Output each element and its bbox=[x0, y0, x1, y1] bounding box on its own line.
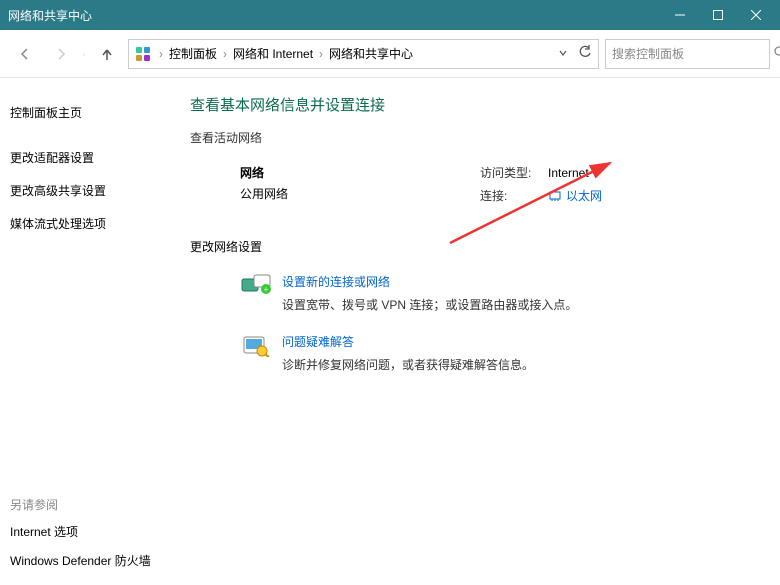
access-type-label: 访问类型: bbox=[480, 164, 548, 181]
setup-connection-item: + 设置新的连接或网络 设置宽带、拨号或 VPN 连接；或设置路由器或接入点。 bbox=[190, 267, 770, 327]
toolbar: · › 控制面板 › 网络和 Internet › 网络和共享中心 bbox=[0, 30, 780, 78]
breadcrumb-item[interactable]: 网络和 Internet bbox=[233, 45, 313, 62]
breadcrumb-item[interactable]: 网络和共享中心 bbox=[329, 45, 413, 62]
troubleshoot-link[interactable]: 问题疑难解答 bbox=[282, 333, 534, 350]
see-also-label: 另请参阅 bbox=[6, 492, 162, 517]
close-button[interactable] bbox=[746, 5, 766, 25]
search-icon[interactable] bbox=[773, 45, 780, 62]
access-type-value: Internet bbox=[548, 166, 602, 180]
setup-connection-link[interactable]: 设置新的连接或网络 bbox=[282, 273, 577, 290]
breadcrumb: › 控制面板 › 网络和 Internet › 网络和共享中心 bbox=[157, 45, 413, 62]
sidebar-footer-link[interactable]: Windows Defender 防火墙 bbox=[6, 546, 162, 575]
content-pane: 查看基本网络信息并设置连接 查看活动网络 网络 公用网络 访问类型: Inter… bbox=[180, 78, 780, 585]
control-panel-icon bbox=[135, 46, 151, 62]
window-controls bbox=[670, 5, 772, 25]
nav-separator: · bbox=[82, 47, 86, 61]
setup-connection-icon: + bbox=[240, 273, 272, 297]
sidebar-link-sharing[interactable]: 更改高级共享设置 bbox=[6, 174, 162, 207]
troubleshoot-desc: 诊断并修复网络问题，或者获得疑难解答信息。 bbox=[282, 356, 534, 373]
ethernet-icon bbox=[548, 189, 562, 203]
sidebar-link-media[interactable]: 媒体流式处理选项 bbox=[6, 207, 162, 240]
main-area: 控制面板主页 更改适配器设置 更改高级共享设置 媒体流式处理选项 另请参阅 In… bbox=[0, 78, 780, 585]
page-heading: 查看基本网络信息并设置连接 bbox=[190, 94, 770, 115]
forward-button[interactable] bbox=[46, 39, 76, 69]
maximize-button[interactable] bbox=[708, 5, 728, 25]
active-networks-label: 查看活动网络 bbox=[190, 129, 770, 146]
connection-link[interactable]: 以太网 bbox=[548, 187, 602, 204]
minimize-button[interactable] bbox=[670, 5, 690, 25]
change-settings-label: 更改网络设置 bbox=[190, 238, 770, 255]
sidebar: 控制面板主页 更改适配器设置 更改高级共享设置 媒体流式处理选项 另请参阅 In… bbox=[0, 78, 180, 585]
connection-name: 以太网 bbox=[566, 187, 602, 204]
svg-text:+: + bbox=[264, 285, 269, 294]
breadcrumb-item[interactable]: 控制面板 bbox=[169, 45, 217, 62]
history-dropdown-icon[interactable] bbox=[558, 47, 568, 61]
active-network-block: 网络 公用网络 访问类型: Internet 连接: 以太网 bbox=[190, 160, 770, 224]
search-box[interactable] bbox=[605, 39, 770, 69]
chevron-right-icon: › bbox=[317, 47, 325, 61]
refresh-button[interactable] bbox=[578, 45, 592, 62]
sidebar-footer-link[interactable]: Internet 选项 bbox=[6, 517, 162, 546]
chevron-right-icon: › bbox=[157, 47, 165, 61]
network-name: 网络 bbox=[240, 164, 360, 181]
troubleshoot-icon bbox=[240, 333, 272, 357]
sidebar-link-adapter[interactable]: 更改适配器设置 bbox=[6, 141, 162, 174]
window-title: 网络和共享中心 bbox=[8, 7, 670, 24]
back-button[interactable] bbox=[10, 39, 40, 69]
control-panel-home-link[interactable]: 控制面板主页 bbox=[6, 96, 162, 129]
address-bar[interactable]: › 控制面板 › 网络和 Internet › 网络和共享中心 bbox=[128, 39, 599, 69]
setup-connection-desc: 设置宽带、拨号或 VPN 连接；或设置路由器或接入点。 bbox=[282, 296, 577, 313]
connection-label: 连接: bbox=[480, 187, 548, 204]
up-button[interactable] bbox=[92, 39, 122, 69]
troubleshoot-item: 问题疑难解答 诊断并修复网络问题，或者获得疑难解答信息。 bbox=[190, 327, 770, 387]
network-category: 公用网络 bbox=[240, 185, 360, 202]
title-bar: 网络和共享中心 bbox=[0, 0, 780, 30]
chevron-right-icon: › bbox=[221, 47, 229, 61]
search-input[interactable] bbox=[612, 47, 767, 61]
